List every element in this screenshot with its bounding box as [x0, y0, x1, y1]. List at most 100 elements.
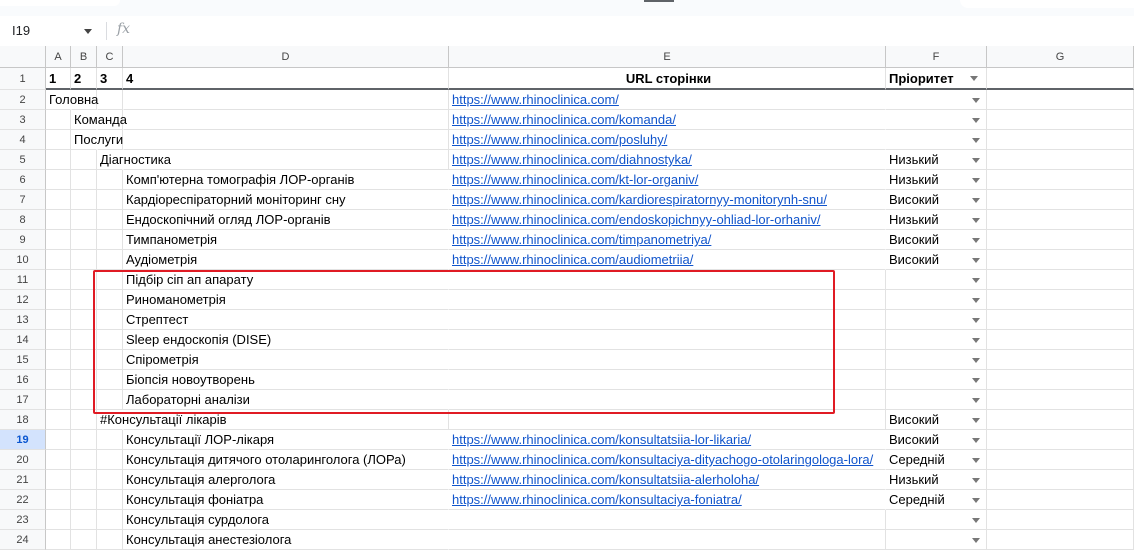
url-cell[interactable]: [449, 270, 886, 290]
row-header[interactable]: 14: [0, 330, 46, 350]
page-name-cell[interactable]: Консультації ЛОР-лікаря: [123, 430, 449, 450]
url-cell[interactable]: https://www.rhinoclinica.com/endoskopich…: [449, 210, 886, 230]
priority-cell[interactable]: Низький: [886, 170, 987, 190]
url-cell[interactable]: https://www.rhinoclinica.com/timpanometr…: [449, 230, 886, 250]
priority-dropdown-icon[interactable]: [972, 478, 980, 483]
page-name-cell[interactable]: Стрептест: [123, 310, 449, 330]
row-header[interactable]: 18: [0, 410, 46, 430]
priority-cell[interactable]: Низький: [886, 210, 987, 230]
empty-cell[interactable]: [46, 190, 71, 210]
priority-cell[interactable]: [886, 530, 987, 550]
page-name-cell[interactable]: Консультація фоніатра: [123, 490, 449, 510]
page-url-link[interactable]: https://www.rhinoclinica.com/konsultaciy…: [452, 452, 873, 467]
empty-cell[interactable]: [123, 90, 449, 110]
empty-cell[interactable]: [46, 270, 71, 290]
priority-dropdown-icon[interactable]: [972, 198, 980, 203]
priority-cell[interactable]: [886, 350, 987, 370]
row-header[interactable]: 21: [0, 470, 46, 490]
page-name-cell[interactable]: Лабораторні аналізи: [123, 390, 449, 410]
row-header[interactable]: 3: [0, 110, 46, 130]
priority-cell[interactable]: [886, 330, 987, 350]
page-url-link[interactable]: https://www.rhinoclinica.com/endoskopich…: [452, 212, 821, 227]
column-header-e[interactable]: E: [449, 46, 886, 68]
url-cell[interactable]: https://www.rhinoclinica.com/konsultaciy…: [449, 490, 886, 510]
empty-cell[interactable]: [97, 470, 123, 490]
url-cell[interactable]: https://www.rhinoclinica.com/: [449, 90, 886, 110]
filter-dropdown-icon[interactable]: [970, 76, 978, 81]
empty-cell[interactable]: [46, 110, 71, 130]
empty-cell[interactable]: [71, 210, 97, 230]
empty-cell[interactable]: [987, 530, 1134, 550]
page-name-cell[interactable]: Ендоскопічний огляд ЛОР-органів: [123, 210, 449, 230]
empty-cell[interactable]: [97, 450, 123, 470]
empty-cell[interactable]: [46, 330, 71, 350]
empty-cell[interactable]: [987, 250, 1134, 270]
empty-cell[interactable]: [987, 270, 1134, 290]
empty-cell[interactable]: [987, 290, 1134, 310]
priority-dropdown-icon[interactable]: [972, 258, 980, 263]
empty-cell[interactable]: [987, 170, 1134, 190]
empty-cell[interactable]: [46, 470, 71, 490]
column-header-c[interactable]: C: [97, 46, 123, 68]
empty-cell[interactable]: [46, 370, 71, 390]
page-name-cell[interactable]: Риноманометрія: [123, 290, 449, 310]
page-name-cell[interactable]: Консультація анестезіолога: [123, 530, 449, 550]
priority-cell[interactable]: [886, 390, 987, 410]
empty-cell[interactable]: [71, 330, 97, 350]
name-box-dropdown-icon[interactable]: [84, 29, 92, 34]
empty-cell[interactable]: [71, 530, 97, 550]
empty-cell[interactable]: [987, 430, 1134, 450]
empty-cell[interactable]: [97, 310, 123, 330]
row-header[interactable]: 12: [0, 290, 46, 310]
url-cell[interactable]: [449, 330, 886, 350]
header-cell-c[interactable]: 3: [97, 68, 123, 90]
empty-cell[interactable]: [46, 210, 71, 230]
empty-cell[interactable]: [46, 350, 71, 370]
empty-cell[interactable]: [987, 330, 1134, 350]
empty-cell[interactable]: [987, 490, 1134, 510]
url-cell[interactable]: [449, 350, 886, 370]
row-header[interactable]: 11: [0, 270, 46, 290]
row-header[interactable]: 17: [0, 390, 46, 410]
url-cell[interactable]: [449, 290, 886, 310]
page-url-link[interactable]: https://www.rhinoclinica.com/timpanometr…: [452, 232, 711, 247]
empty-cell[interactable]: [71, 430, 97, 450]
page-url-link[interactable]: https://www.rhinoclinica.com/audiometrii…: [452, 252, 693, 267]
page-name-cell[interactable]: Аудіометрія: [123, 250, 449, 270]
empty-cell[interactable]: [97, 430, 123, 450]
empty-cell[interactable]: [97, 210, 123, 230]
priority-dropdown-icon[interactable]: [972, 498, 980, 503]
priority-cell[interactable]: [886, 110, 987, 130]
empty-cell[interactable]: [46, 430, 71, 450]
empty-cell[interactable]: [71, 310, 97, 330]
priority-dropdown-icon[interactable]: [972, 538, 980, 543]
empty-cell[interactable]: [123, 150, 449, 170]
empty-cell[interactable]: [46, 170, 71, 190]
priority-dropdown-icon[interactable]: [972, 438, 980, 443]
priority-cell[interactable]: Низький: [886, 150, 987, 170]
column-header-b[interactable]: B: [71, 46, 97, 68]
empty-cell[interactable]: [987, 390, 1134, 410]
page-url-link[interactable]: https://www.rhinoclinica.com/konsultatsi…: [452, 472, 759, 487]
page-name-cell[interactable]: Кардіореспіраторний моніторинг сну: [123, 190, 449, 210]
empty-cell[interactable]: [71, 270, 97, 290]
select-all-corner[interactable]: [0, 46, 46, 68]
priority-cell[interactable]: [886, 310, 987, 330]
priority-dropdown-icon[interactable]: [972, 238, 980, 243]
empty-cell[interactable]: [46, 290, 71, 310]
page-name-cell[interactable]: Консультація сурдолога: [123, 510, 449, 530]
empty-cell[interactable]: [97, 350, 123, 370]
empty-cell[interactable]: [97, 290, 123, 310]
empty-cell[interactable]: [97, 190, 123, 210]
row-header[interactable]: 10: [0, 250, 46, 270]
url-cell[interactable]: [449, 510, 886, 530]
empty-cell[interactable]: [987, 190, 1134, 210]
empty-cell[interactable]: [987, 510, 1134, 530]
priority-dropdown-icon[interactable]: [972, 298, 980, 303]
empty-cell[interactable]: [987, 470, 1134, 490]
page-name-cell[interactable]: Консультація алерголога: [123, 470, 449, 490]
empty-cell[interactable]: [97, 370, 123, 390]
empty-cell[interactable]: [71, 510, 97, 530]
url-cell[interactable]: [449, 390, 886, 410]
empty-cell[interactable]: [71, 390, 97, 410]
